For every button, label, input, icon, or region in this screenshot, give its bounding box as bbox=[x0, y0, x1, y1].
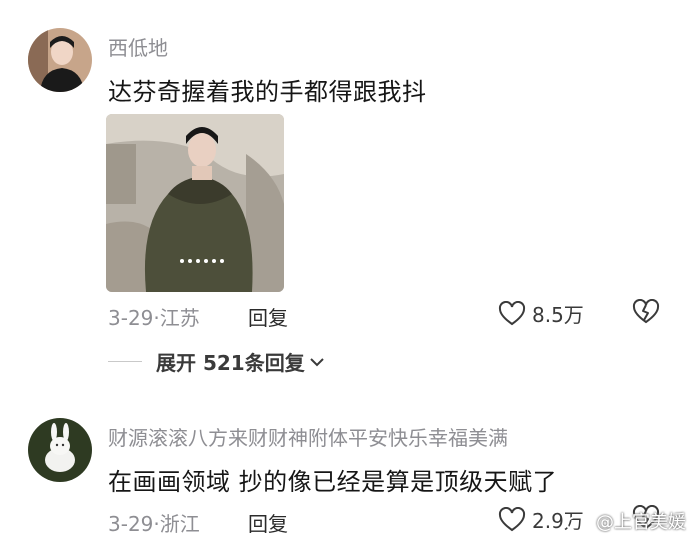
comment-location: 浙江 bbox=[159, 512, 200, 536]
like-count: 8.5万 bbox=[532, 303, 584, 327]
avatar[interactable] bbox=[28, 418, 92, 482]
divider-line bbox=[108, 361, 142, 362]
comment-username[interactable]: 西低地 bbox=[108, 32, 168, 61]
comment-username[interactable]: 财源滚滚八方来财财神附体平安快乐幸福美满 bbox=[108, 422, 508, 451]
comment-meta: 3-29·江苏 bbox=[108, 302, 200, 331]
reply-button[interactable]: 回复 bbox=[248, 302, 288, 331]
watermark-text: @上官美媛 bbox=[596, 512, 686, 533]
watermark: @上官美媛 bbox=[566, 508, 686, 534]
dislike-button[interactable] bbox=[632, 298, 660, 329]
weibo-logo-icon bbox=[566, 511, 592, 532]
like-button[interactable]: 8.5万 bbox=[498, 299, 584, 328]
comment-date: 3-29 bbox=[108, 306, 154, 330]
heart-outline-icon bbox=[498, 506, 526, 531]
comment-meta: 3-29·浙江 bbox=[108, 508, 200, 537]
comment-date: 3-29 bbox=[108, 512, 154, 536]
expand-replies-label: 展开 521条回复 bbox=[156, 351, 305, 375]
heart-outline-icon bbox=[498, 300, 526, 325]
comment-text: 达芬奇握着我的手都得跟我抖 bbox=[108, 78, 427, 106]
broken-heart-icon bbox=[632, 298, 660, 324]
expand-replies-button[interactable]: 展开 521条回复 bbox=[108, 347, 325, 376]
reply-button[interactable]: 回复 bbox=[248, 508, 288, 537]
comment-location: 江苏 bbox=[159, 306, 200, 330]
comment-image[interactable] bbox=[106, 114, 284, 292]
chevron-down-icon bbox=[310, 357, 324, 366]
avatar[interactable] bbox=[28, 28, 92, 92]
comment-text: 在画画领域 抄的像已经是算是顶级天赋了 bbox=[108, 468, 558, 496]
